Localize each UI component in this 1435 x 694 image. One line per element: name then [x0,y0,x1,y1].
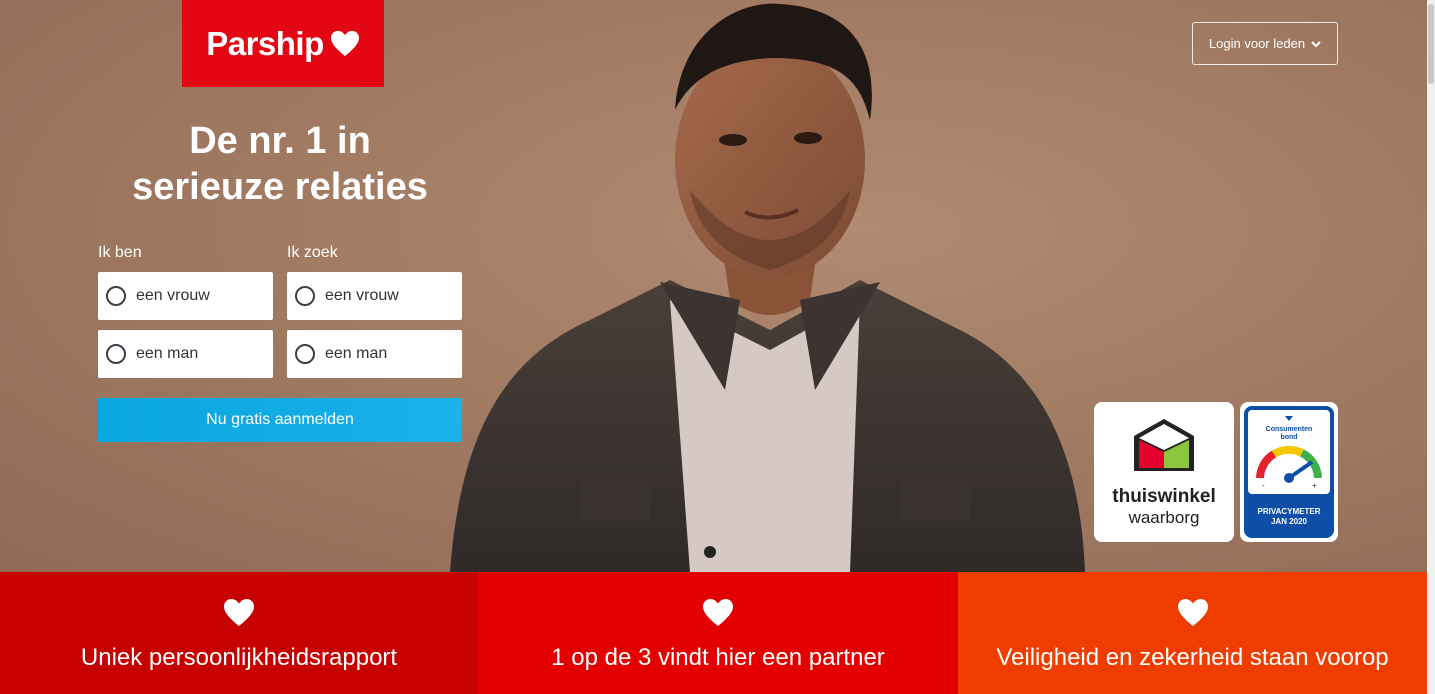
svg-text:+: + [1312,481,1317,490]
privacymeter-badge[interactable]: Consumenten bond - + PRIVACYMETER JAN 20… [1240,402,1338,542]
svg-text:-: - [1262,481,1265,490]
ik-zoek-man-option[interactable]: een man [287,330,462,378]
heart-icon [703,599,733,626]
radio-icon[interactable] [295,344,315,364]
option-label: een vrouw [325,287,399,304]
signup-button[interactable]: Nu gratis aanmelden [98,398,462,442]
login-label: Login voor leden [1208,36,1306,51]
option-label: een man [136,345,199,362]
feature-item: Veiligheid en zekerheid staan voorop [958,572,1427,694]
login-dropdown-button[interactable]: Login voor leden [1192,22,1338,65]
radio-icon[interactable] [106,286,126,306]
hero-person-image [450,3,1085,572]
privacymeter-seal: Consumenten bond - + PRIVACYMETER JAN 20… [1244,406,1334,538]
feature-item: 1 op de 3 vindt hier een partner [478,572,958,694]
house-icon [1134,419,1194,471]
option-label: een vrouw [136,287,210,304]
scrollbar-thumb[interactable] [1428,4,1434,84]
waarborg-text: waarborg [1128,508,1200,527]
heart-icon [224,599,254,626]
headline-line-1: De nr. 1 in [189,120,371,162]
feature-label: 1 op de 3 vindt hier een partner [551,644,885,671]
consumentenbond-line1: Consumenten [1266,426,1313,433]
headline-line-2: serieuze relaties [132,166,428,208]
hero-section: Parship De nr. 1 in serieuze relaties Ik… [0,0,1435,572]
chevron-down-icon [1311,40,1321,47]
ik-ben-man-option[interactable]: een man [98,330,273,378]
radio-icon[interactable] [295,286,315,306]
option-label: een man [325,345,388,362]
privacymeter-line1: PRIVACYMETER [1258,507,1321,516]
thuiswinkel-badge[interactable]: thuiswinkel waarborg [1094,402,1234,542]
feature-label: Uniek persoonlijkheidsrapport [80,644,398,671]
ik-zoek-label: Ik zoek [287,244,338,261]
scrollbar-track[interactable] [1427,0,1435,694]
thuiswinkel-text: thuiswinkel [1112,486,1216,507]
radio-icon[interactable] [106,344,126,364]
features-bar: Uniek persoonlijkheidsrapport 1 op de 3 … [0,572,1427,694]
parship-logo[interactable]: Parship [182,0,384,87]
ik-zoek-vrouw-option[interactable]: een vrouw [287,272,462,320]
heart-icon [1177,599,1208,626]
ik-ben-label: Ik ben [98,244,142,261]
heart-icon [330,30,359,56]
ik-ben-vrouw-option[interactable]: een vrouw [98,272,273,320]
consumentenbond-line2: bond [1280,434,1297,441]
feature-label: Veiligheid en zekerheid staan voorop [996,644,1389,671]
brand-name: Parship [206,24,324,62]
feature-item: Uniek persoonlijkheidsrapport [0,572,478,694]
hero-headline: De nr. 1 in serieuze relaties [90,118,470,210]
privacymeter-line2: JAN 2020 [1271,517,1308,526]
